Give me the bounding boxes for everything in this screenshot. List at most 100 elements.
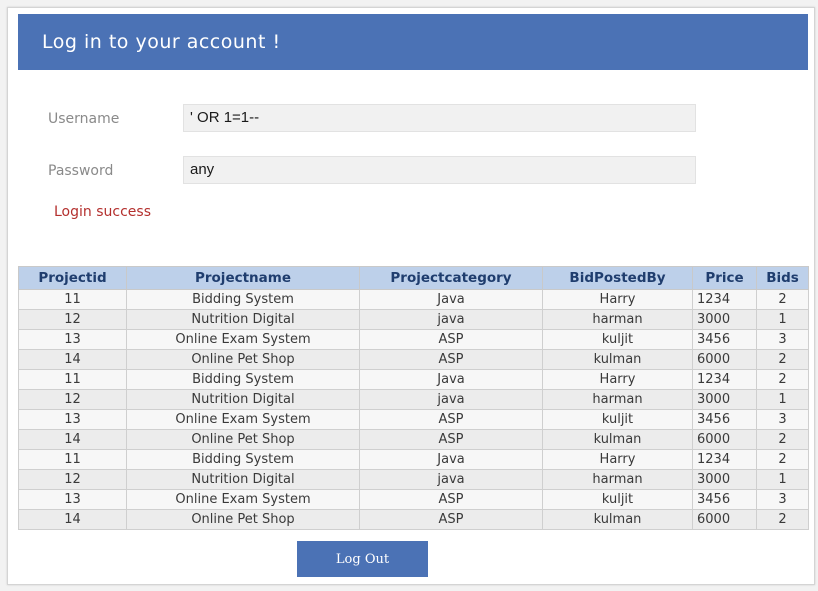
password-label: Password (48, 163, 114, 179)
table-row: 13 Online Exam System ASP kuljit 3456 3 (18, 329, 809, 350)
cell-projectname: Bidding System (126, 289, 360, 310)
cell-bidpostedby: harman (542, 469, 693, 490)
cell-bids: 3 (756, 489, 809, 510)
cell-projectid: 11 (18, 289, 127, 310)
column-header-bids: Bids (756, 266, 809, 290)
table-row: 12 Nutrition Digital java harman 3000 1 (18, 389, 809, 410)
cell-projectid: 13 (18, 489, 127, 510)
cell-projectcategory: Java (359, 289, 543, 310)
cell-projectid: 12 (18, 309, 127, 330)
table-row: 13 Online Exam System ASP kuljit 3456 3 (18, 409, 809, 430)
cell-projectname: Bidding System (126, 369, 360, 390)
cell-bids: 3 (756, 329, 809, 350)
password-input[interactable]: any (183, 156, 696, 184)
cell-bids: 1 (756, 309, 809, 330)
cell-bidpostedby: Harry (542, 369, 693, 390)
cell-bids: 2 (756, 509, 809, 530)
logout-button[interactable]: Log Out (297, 541, 428, 577)
table-row: 11 Bidding System Java Harry 1234 2 (18, 449, 809, 470)
cell-price: 6000 (692, 349, 757, 370)
column-header-projectcategory: Projectcategory (359, 266, 543, 290)
cell-projectname: Bidding System (126, 449, 360, 470)
cell-bidpostedby: kulman (542, 349, 693, 370)
cell-bidpostedby: harman (542, 389, 693, 410)
username-input[interactable]: ' OR 1=1-- (183, 104, 696, 132)
cell-bidpostedby: kuljit (542, 329, 693, 350)
cell-bids: 1 (756, 469, 809, 490)
cell-projectcategory: ASP (359, 349, 543, 370)
cell-projectcategory: ASP (359, 429, 543, 450)
cell-projectid: 14 (18, 509, 127, 530)
cell-bidpostedby: kulman (542, 429, 693, 450)
cell-bids: 3 (756, 409, 809, 430)
cell-price: 6000 (692, 509, 757, 530)
table-row: 11 Bidding System Java Harry 1234 2 (18, 369, 809, 390)
cell-projectcategory: Java (359, 449, 543, 470)
cell-projectid: 12 (18, 389, 127, 410)
cell-projectname: Online Exam System (126, 329, 360, 350)
cell-bidpostedby: Harry (542, 449, 693, 470)
cell-price: 3000 (692, 469, 757, 490)
page-title: Log in to your account ! (42, 31, 281, 53)
username-label: Username (48, 111, 120, 127)
cell-projectid: 14 (18, 429, 127, 450)
cell-price: 3456 (692, 489, 757, 510)
table-row: 14 Online Pet Shop ASP kulman 6000 2 (18, 349, 809, 370)
cell-price: 3000 (692, 309, 757, 330)
cell-price: 1234 (692, 289, 757, 310)
cell-bids: 2 (756, 369, 809, 390)
cell-projectid: 14 (18, 349, 127, 370)
cell-bids: 2 (756, 349, 809, 370)
cell-bidpostedby: Harry (542, 289, 693, 310)
cell-bidpostedby: harman (542, 309, 693, 330)
cell-projectname: Online Pet Shop (126, 429, 360, 450)
cell-bids: 2 (756, 429, 809, 450)
cell-projectname: Nutrition Digital (126, 309, 360, 330)
cell-price: 3456 (692, 329, 757, 350)
cell-projectid: 12 (18, 469, 127, 490)
cell-price: 3456 (692, 409, 757, 430)
table-row: 12 Nutrition Digital java harman 3000 1 (18, 309, 809, 330)
cell-bidpostedby: kulman (542, 509, 693, 530)
cell-projectid: 13 (18, 409, 127, 430)
cell-projectid: 13 (18, 329, 127, 350)
cell-bidpostedby: kuljit (542, 409, 693, 430)
cell-price: 6000 (692, 429, 757, 450)
cell-projectcategory: Java (359, 369, 543, 390)
cell-projectcategory: java (359, 389, 543, 410)
cell-projectcategory: ASP (359, 409, 543, 430)
table-row: 13 Online Exam System ASP kuljit 3456 3 (18, 489, 809, 510)
cell-bids: 1 (756, 389, 809, 410)
cell-projectname: Online Exam System (126, 409, 360, 430)
login-status-message: Login success (54, 204, 151, 220)
cell-projectcategory: ASP (359, 329, 543, 350)
table-row: 12 Nutrition Digital java harman 3000 1 (18, 469, 809, 490)
cell-projectname: Online Pet Shop (126, 349, 360, 370)
cell-projectcategory: ASP (359, 489, 543, 510)
table-row: 11 Bidding System Java Harry 1234 2 (18, 289, 809, 310)
column-header-bidpostedby: BidPostedBy (542, 266, 693, 290)
cell-projectcategory: java (359, 469, 543, 490)
page-header: Log in to your account ! (18, 14, 808, 70)
cell-projectcategory: ASP (359, 509, 543, 530)
cell-projectcategory: java (359, 309, 543, 330)
cell-projectname: Nutrition Digital (126, 389, 360, 410)
cell-bids: 2 (756, 289, 809, 310)
cell-projectname: Online Exam System (126, 489, 360, 510)
cell-projectname: Nutrition Digital (126, 469, 360, 490)
projects-table: Projectid Projectname Projectcategory Bi… (18, 266, 809, 530)
column-header-price: Price (692, 266, 757, 290)
cell-price: 1234 (692, 369, 757, 390)
cell-price: 3000 (692, 389, 757, 410)
cell-projectid: 11 (18, 449, 127, 470)
column-header-projectname: Projectname (126, 266, 360, 290)
table-header-row: Projectid Projectname Projectcategory Bi… (18, 266, 809, 290)
cell-projectname: Online Pet Shop (126, 509, 360, 530)
cell-projectid: 11 (18, 369, 127, 390)
cell-bids: 2 (756, 449, 809, 470)
cell-price: 1234 (692, 449, 757, 470)
table-row: 14 Online Pet Shop ASP kulman 6000 2 (18, 429, 809, 450)
column-header-projectid: Projectid (18, 266, 127, 290)
cell-bidpostedby: kuljit (542, 489, 693, 510)
table-row: 14 Online Pet Shop ASP kulman 6000 2 (18, 509, 809, 530)
